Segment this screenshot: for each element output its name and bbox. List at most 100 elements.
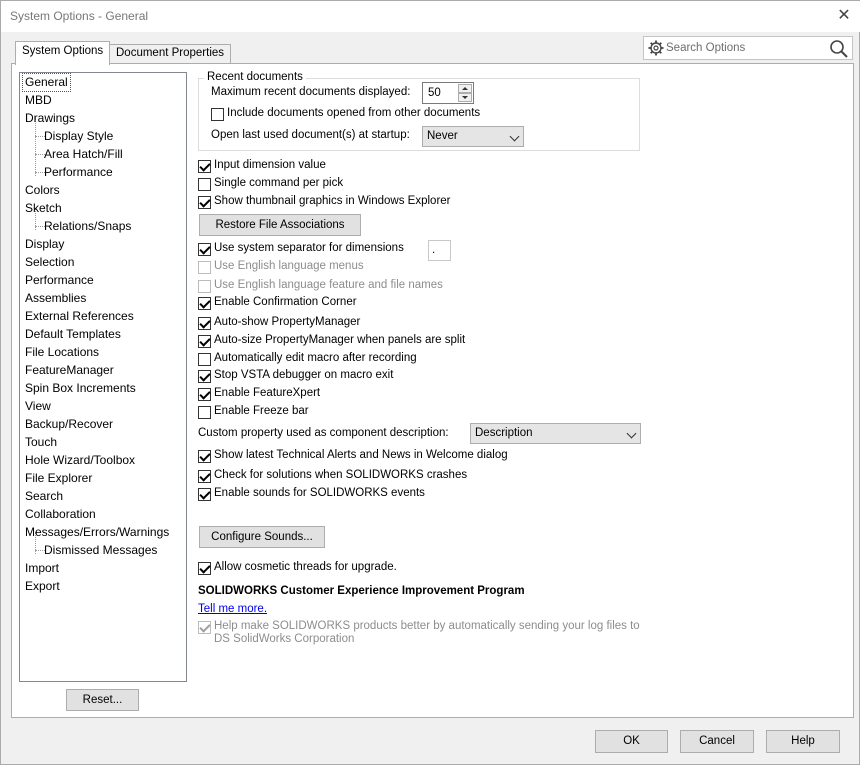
tree-item-search[interactable]: Search bbox=[25, 488, 63, 505]
help-button[interactable]: Help bbox=[766, 730, 840, 753]
tree-item-spin-box-increments[interactable]: Spin Box Increments bbox=[25, 380, 136, 397]
tree-item-dismissed-messages[interactable]: Dismissed Messages bbox=[44, 542, 157, 559]
checkbox-box[interactable] bbox=[198, 243, 211, 256]
restore-file-associations-button[interactable]: Restore File Associations bbox=[199, 214, 361, 236]
search-icon[interactable] bbox=[829, 39, 849, 59]
tree-item-display-style[interactable]: Display Style bbox=[44, 128, 113, 145]
checkbox-label: Stop VSTA debugger on macro exit bbox=[214, 369, 394, 381]
gear-icon bbox=[648, 40, 664, 56]
tree-item-drawings-performance[interactable]: Performance bbox=[44, 164, 113, 181]
checkbox-box[interactable] bbox=[198, 450, 211, 463]
max-recent-label: Maximum recent documents displayed: bbox=[211, 86, 411, 98]
tree-item-export[interactable]: Export bbox=[25, 578, 60, 595]
help-label: Help bbox=[791, 735, 815, 747]
reset-button-label: Reset... bbox=[82, 694, 123, 706]
checkbox-box bbox=[198, 261, 211, 274]
ok-label: OK bbox=[623, 735, 640, 747]
checkbox-label: Use English language feature and file na… bbox=[214, 279, 443, 291]
cancel-button[interactable]: Cancel bbox=[680, 730, 754, 753]
options-tree[interactable]: General MBD Drawings Display Style Area … bbox=[19, 72, 187, 682]
tab-label: System Options bbox=[22, 45, 104, 57]
max-recent-stepper[interactable]: 50 bbox=[422, 82, 474, 104]
open-last-value: Never bbox=[427, 130, 458, 142]
configure-sounds-label: Configure Sounds... bbox=[211, 531, 313, 543]
spin-down-icon[interactable] bbox=[458, 93, 472, 102]
tree-item-drawings[interactable]: Drawings bbox=[25, 110, 75, 127]
checkbox-label: Auto-size PropertyManager when panels ar… bbox=[214, 334, 466, 346]
restore-button-label: Restore File Associations bbox=[215, 219, 345, 231]
checkbox-label: Show latest Technical Alerts and News in… bbox=[214, 449, 508, 461]
tree-item-backup-recover[interactable]: Backup/Recover bbox=[25, 416, 113, 433]
checkbox-box bbox=[198, 280, 211, 293]
checkbox-box[interactable] bbox=[198, 317, 211, 330]
max-recent-value: 50 bbox=[428, 87, 441, 99]
checkbox-label: Auto-show PropertyManager bbox=[214, 316, 361, 328]
tree-item-display[interactable]: Display bbox=[25, 236, 64, 253]
tree-item-import[interactable]: Import bbox=[25, 560, 59, 577]
checkbox-label: Enable sounds for SOLIDWORKS events bbox=[214, 487, 425, 499]
tree-item-view[interactable]: View bbox=[25, 398, 51, 415]
spin-up-icon[interactable] bbox=[458, 84, 472, 93]
checkbox-label: Show thumbnail graphics in Windows Explo… bbox=[214, 195, 451, 207]
checkbox-label: Include documents opened from other docu… bbox=[227, 107, 481, 119]
ok-button[interactable]: OK bbox=[595, 730, 668, 753]
checkbox-label: Input dimension value bbox=[214, 159, 326, 171]
checkbox-box[interactable] bbox=[198, 178, 211, 191]
checkbox-box[interactable] bbox=[198, 388, 211, 401]
chevron-down-icon bbox=[509, 131, 520, 142]
tree-item-selection[interactable]: Selection bbox=[25, 254, 74, 271]
tree-item-featuremanager[interactable]: FeatureManager bbox=[25, 362, 114, 379]
tree-item-collaboration[interactable]: Collaboration bbox=[25, 506, 96, 523]
checkbox-box[interactable] bbox=[198, 406, 211, 419]
configure-sounds-button[interactable]: Configure Sounds... bbox=[199, 526, 325, 548]
tree-item-sketch[interactable]: Sketch bbox=[25, 200, 62, 217]
checkbox-label: Use English language menus bbox=[214, 260, 364, 272]
checkbox-box[interactable] bbox=[198, 470, 211, 483]
tree-item-touch[interactable]: Touch bbox=[25, 434, 57, 451]
tell-me-more-link[interactable]: Tell me more. bbox=[198, 603, 267, 615]
tab-document-properties[interactable]: Document Properties bbox=[109, 44, 232, 64]
tree-item-mbd[interactable]: MBD bbox=[25, 92, 52, 109]
checkbox-box[interactable] bbox=[198, 335, 211, 348]
tree-item-default-templates[interactable]: Default Templates bbox=[25, 326, 121, 343]
ceip-title: SOLIDWORKS Customer Experience Improveme… bbox=[198, 585, 525, 597]
chevron-down-icon bbox=[626, 428, 637, 439]
tree-item-file-explorer[interactable]: File Explorer bbox=[25, 470, 92, 487]
reset-button[interactable]: Reset... bbox=[66, 689, 139, 711]
checkbox-box[interactable] bbox=[211, 108, 224, 121]
checkbox-label: Enable Confirmation Corner bbox=[214, 296, 357, 308]
checkbox-label: Single command per pick bbox=[214, 177, 344, 189]
separator-field[interactable]: . bbox=[428, 240, 451, 261]
checkbox-box[interactable] bbox=[198, 353, 211, 366]
open-last-dropdown[interactable]: Never bbox=[422, 126, 524, 147]
tree-item-external-references[interactable]: External References bbox=[25, 308, 134, 325]
search-input[interactable]: Search Options bbox=[643, 36, 853, 60]
close-icon[interactable]: ✕ bbox=[833, 5, 855, 27]
tree-item-relations-snaps[interactable]: Relations/Snaps bbox=[44, 218, 131, 235]
tree-item-performance[interactable]: Performance bbox=[25, 272, 94, 289]
tree-item-hole-wizard-toolbox[interactable]: Hole Wizard/Toolbox bbox=[25, 452, 135, 469]
tree-item-area-hatch-fill[interactable]: Area Hatch/Fill bbox=[44, 146, 123, 163]
tree-item-assemblies[interactable]: Assemblies bbox=[25, 290, 86, 307]
checkbox-box[interactable] bbox=[198, 488, 211, 501]
checkbox-label: Check for solutions when SOLIDWORKS cras… bbox=[214, 469, 468, 481]
tree-item-messages-errors-warnings[interactable]: Messages/Errors/Warnings bbox=[25, 524, 169, 541]
checkbox-box[interactable] bbox=[198, 196, 211, 209]
tab-system-options[interactable]: System Options bbox=[15, 41, 111, 65]
checkbox-box[interactable] bbox=[198, 562, 211, 575]
tree-item-general[interactable]: General bbox=[22, 73, 71, 92]
window-title: System Options - General bbox=[10, 9, 149, 23]
checkbox-box bbox=[198, 621, 211, 634]
custom-property-label: Custom property used as component descri… bbox=[198, 427, 449, 439]
system-options-dialog: System Options - General ✕ System Option… bbox=[0, 0, 860, 765]
checkbox-box[interactable] bbox=[198, 370, 211, 383]
checkbox-label: Automatically edit macro after recording bbox=[214, 352, 417, 364]
tree-item-file-locations[interactable]: File Locations bbox=[25, 344, 99, 361]
checkbox-box[interactable] bbox=[198, 297, 211, 310]
checkbox-box[interactable] bbox=[198, 160, 211, 173]
custom-property-value: Description bbox=[475, 427, 533, 439]
custom-property-dropdown[interactable]: Description bbox=[470, 423, 641, 444]
tree-item-colors[interactable]: Colors bbox=[25, 182, 60, 199]
checkbox-label-line2: DS SolidWorks Corporation bbox=[214, 633, 355, 645]
open-last-label: Open last used document(s) at startup: bbox=[211, 129, 410, 141]
